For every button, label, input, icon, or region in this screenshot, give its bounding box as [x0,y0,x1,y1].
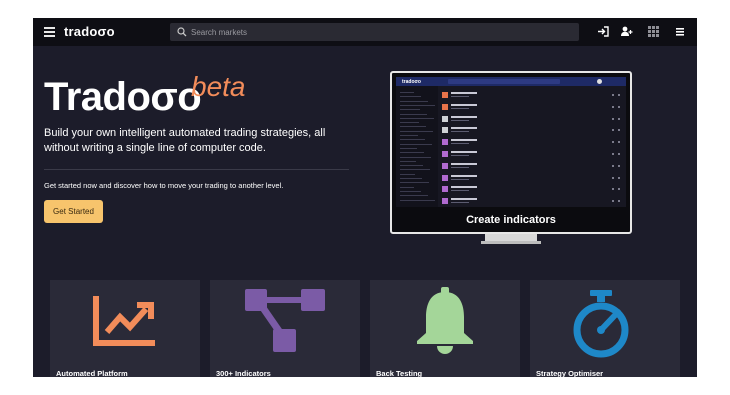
preview-sidebar-line [400,117,434,119]
preview-sidebar-line [400,122,419,124]
showcase-caption: Create indicators [466,214,556,226]
sign-in-icon[interactable] [597,25,610,38]
preview-sidebar-line [400,130,433,132]
preview-list-row [442,102,622,113]
preview-sidebar-line [400,199,435,201]
search-icon [177,27,187,37]
feature-label: Back Testing [376,369,423,377]
divider [44,169,349,170]
user-plus-icon[interactable] [620,25,633,38]
bell-icon [417,287,473,354]
preview-sidebar-line [400,109,420,111]
preview-sidebar-line [400,100,428,102]
app-screenshot-image: tradoσo [396,77,626,207]
preview-sidebar-line [400,126,426,128]
grid-icon[interactable] [647,25,660,38]
preview-sidebar-line [400,156,431,158]
feature-label: 300+ Indicators [216,369,271,377]
search-bar[interactable] [170,23,579,41]
feature-label: Strategy Optimiser [536,369,604,377]
search-input[interactable] [191,23,571,41]
preview-list-row [442,196,622,207]
hero-title: Tradoσo [44,75,202,119]
preview-sidebar-line [400,92,414,93]
preview-sidebar-line [400,143,432,145]
hero-cta-text: Get started now and discover how to move… [44,181,284,190]
get-started-button[interactable]: Get Started [44,200,103,223]
menu-icon[interactable] [44,27,55,37]
preview-sidebar-line [400,186,414,188]
app-window: tradoσo Tradoσo beta [33,18,697,377]
preview-sidebar-line [400,139,425,141]
stopwatch-icon [573,290,629,358]
preview-sidebar-line [400,96,421,98]
preview-list-row [442,137,622,148]
top-navigation-bar: tradoσo [33,18,697,46]
preview-sidebar-line [400,173,415,175]
preview-list-row [442,149,622,160]
hero-subtitle: Build your own intelligent automated tra… [44,127,326,154]
monitor-base [481,241,541,244]
preview-sidebar-line [400,113,427,115]
preview-sidebar-line [400,195,428,197]
feature-label: Automated Platform [56,369,128,377]
preview-sidebar-line [400,135,418,136]
preview-list-row [442,184,622,195]
preview-sidebar-line [400,165,423,167]
preview-list-row [442,161,622,172]
preview-sidebar-line [400,147,417,149]
preview-brand: tradoσo [402,79,421,85]
preview-list-row [442,90,622,101]
preview-sidebar-line [400,104,435,106]
feature-card-back-testing[interactable]: Back Testing [370,280,520,377]
hamburger-icon[interactable] [674,25,687,38]
preview-sidebar-line [400,182,429,184]
beta-badge: beta [191,71,246,102]
preview-list-row [442,114,622,125]
preview-sidebar-line [400,152,424,154]
preview-sidebar-line [400,160,416,162]
feature-card-automated-platform[interactable]: Automated Platform [50,280,200,377]
feature-card-indicators[interactable]: 300+ Indicators [210,280,360,377]
brand-logo[interactable]: tradoσo [64,24,115,39]
chart-trend-icon [93,296,155,346]
feature-card-strategy-optimiser[interactable]: Strategy Optimiser [530,280,680,377]
preview-list-row [442,125,622,136]
flow-diagram-icon [245,289,325,352]
preview-sidebar-line [400,190,421,192]
preview-list-row [442,173,622,184]
preview-sidebar-line [400,178,422,179]
monitor-preview: tradoσo Create indicators [390,71,632,234]
preview-sidebar-line [400,169,430,171]
